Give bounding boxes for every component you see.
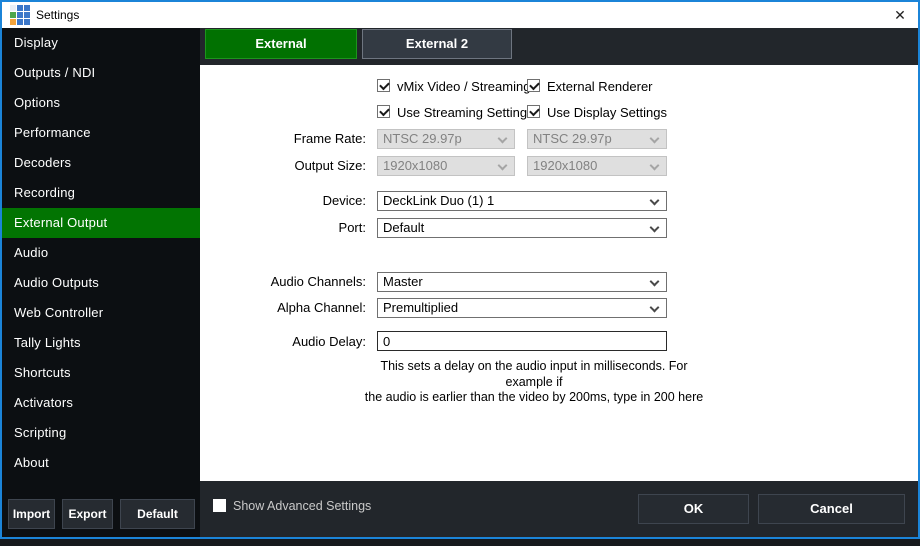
- audio-delay-label: Audio Delay:: [200, 332, 366, 352]
- sidebar-item-outputs-ndi[interactable]: Outputs / NDI: [2, 58, 200, 88]
- chevron-down-icon: [650, 223, 660, 233]
- close-icon[interactable]: ✕: [890, 5, 910, 25]
- alpha-channel-label: Alpha Channel:: [200, 298, 366, 318]
- chevron-down-icon: [650, 134, 660, 144]
- main-panel: External External 2 vMix Video / Streami…: [200, 28, 918, 537]
- vmix-logo-icon: [10, 5, 30, 25]
- audio-channels-label: Audio Channels:: [200, 272, 366, 292]
- export-button[interactable]: Export: [62, 499, 113, 529]
- vmix-video-streaming-label: vMix Video / Streaming: [397, 79, 530, 94]
- desktop-background: Settings ✕ Display Outputs / NDI Options…: [0, 0, 920, 546]
- tab-external-2[interactable]: External 2: [362, 29, 512, 59]
- sidebar-item-activators[interactable]: Activators: [2, 388, 200, 418]
- frame-rate-label: Frame Rate:: [200, 129, 366, 149]
- device-select[interactable]: DeckLink Duo (1) 1: [377, 191, 667, 211]
- use-display-settings-label: Use Display Settings: [547, 105, 667, 120]
- alpha-channel-select[interactable]: Premultiplied: [377, 298, 667, 318]
- port-select[interactable]: Default: [377, 218, 667, 238]
- sidebar-item-shortcuts[interactable]: Shortcuts: [2, 358, 200, 388]
- sidebar-item-audio-outputs[interactable]: Audio Outputs: [2, 268, 200, 298]
- audio-delay-input[interactable]: [377, 331, 667, 351]
- sidebar-item-about[interactable]: About: [2, 448, 200, 478]
- sidebar-item-tally-lights[interactable]: Tally Lights: [2, 328, 200, 358]
- window-title: Settings: [36, 8, 79, 22]
- chevron-down-icon: [650, 161, 660, 171]
- settings-window: Settings ✕ Display Outputs / NDI Options…: [0, 0, 920, 539]
- sidebar-item-audio[interactable]: Audio: [2, 238, 200, 268]
- show-advanced-settings-checkbox[interactable]: [213, 499, 226, 512]
- device-label: Device:: [200, 191, 366, 211]
- cancel-button[interactable]: Cancel: [758, 494, 905, 524]
- chevron-down-icon: [498, 134, 508, 144]
- external-output-form: vMix Video / Streaming External Renderer…: [200, 65, 918, 481]
- external-renderer-checkbox[interactable]: [527, 79, 540, 92]
- sidebar-item-performance[interactable]: Performance: [2, 118, 200, 148]
- ok-button[interactable]: OK: [638, 494, 749, 524]
- tab-external[interactable]: External: [205, 29, 357, 59]
- default-button[interactable]: Default: [120, 499, 195, 529]
- external-renderer-label: External Renderer: [547, 79, 653, 94]
- use-streaming-settings-label: Use Streaming Settings: [397, 105, 534, 120]
- title-bar: Settings ✕: [2, 2, 918, 28]
- chevron-down-icon: [650, 303, 660, 313]
- output-size-label: Output Size:: [200, 156, 366, 176]
- sidebar-item-display[interactable]: Display: [2, 28, 200, 58]
- use-display-settings-checkbox[interactable]: [527, 105, 540, 118]
- sidebar-item-scripting[interactable]: Scripting: [2, 418, 200, 448]
- sidebar-item-external-output[interactable]: External Output: [2, 208, 200, 238]
- settings-sidebar: Display Outputs / NDI Options Performanc…: [2, 28, 200, 537]
- use-streaming-settings-checkbox[interactable]: [377, 105, 390, 118]
- sidebar-item-web-controller[interactable]: Web Controller: [2, 298, 200, 328]
- vmix-video-streaming-checkbox[interactable]: [377, 79, 390, 92]
- chevron-down-icon: [650, 196, 660, 206]
- audio-channels-select[interactable]: Master: [377, 272, 667, 292]
- sidebar-item-options[interactable]: Options: [2, 88, 200, 118]
- port-label: Port:: [200, 218, 366, 238]
- sidebar-item-decoders[interactable]: Decoders: [2, 148, 200, 178]
- chevron-down-icon: [498, 161, 508, 171]
- sidebar-item-recording[interactable]: Recording: [2, 178, 200, 208]
- import-button[interactable]: Import: [8, 499, 55, 529]
- footer-bar: Show Advanced Settings OK Cancel: [200, 481, 918, 537]
- audio-delay-help-text: This sets a delay on the audio input in …: [358, 359, 710, 406]
- frame-rate-select-1: NTSC 29.97p: [377, 129, 515, 149]
- output-size-select-2: 1920x1080: [527, 156, 667, 176]
- chevron-down-icon: [650, 277, 660, 287]
- show-advanced-settings-label: Show Advanced Settings: [233, 499, 371, 513]
- tab-strip: External External 2: [200, 28, 918, 65]
- frame-rate-select-2: NTSC 29.97p: [527, 129, 667, 149]
- output-size-select-1: 1920x1080: [377, 156, 515, 176]
